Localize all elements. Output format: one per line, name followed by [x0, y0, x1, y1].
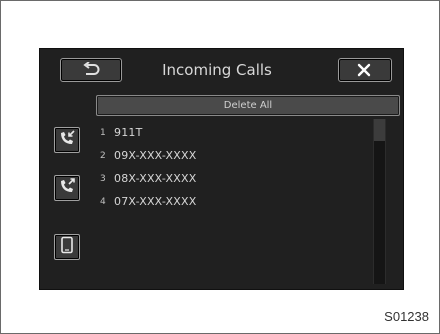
- scrollbar-thumb[interactable]: [374, 119, 385, 141]
- back-button[interactable]: [60, 58, 122, 82]
- call-list: 1 911T 2 09X-XXX-XXXX 3 08X-XXX-XXXX 4 0…: [100, 121, 370, 213]
- head-unit-screen: Incoming Calls Delete All 1 911T 2 09X-X…: [39, 48, 404, 290]
- delete-all-label: Delete All: [223, 100, 273, 111]
- close-button[interactable]: [338, 58, 392, 82]
- phone-device-icon: [60, 236, 74, 259]
- list-item[interactable]: 2 09X-XXX-XXXX: [100, 144, 370, 167]
- list-item[interactable]: 4 07X-XXX-XXXX: [100, 190, 370, 213]
- outgoing-call-icon: [58, 177, 76, 200]
- call-number: 07X-XXX-XXXX: [114, 195, 197, 208]
- call-number: 911T: [114, 126, 143, 139]
- call-index: 1: [100, 127, 106, 138]
- return-arrow-icon: [81, 61, 101, 78]
- page-title: Incoming Calls: [162, 61, 272, 79]
- outgoing-calls-button[interactable]: [54, 175, 80, 201]
- scrollbar[interactable]: [373, 119, 386, 284]
- call-index: 3: [100, 173, 106, 184]
- incoming-call-icon: [58, 129, 76, 152]
- delete-all-button[interactable]: Delete All: [96, 95, 400, 116]
- list-item[interactable]: 3 08X-XXX-XXXX: [100, 167, 370, 190]
- call-number: 09X-XXX-XXXX: [114, 149, 197, 162]
- call-index: 2: [100, 150, 106, 161]
- phone-device-button[interactable]: [54, 234, 80, 260]
- close-x-icon: [357, 63, 371, 77]
- call-number: 08X-XXX-XXXX: [114, 172, 197, 185]
- list-item[interactable]: 1 911T: [100, 121, 370, 144]
- incoming-calls-button[interactable]: [54, 127, 80, 153]
- call-index: 4: [100, 196, 106, 207]
- figure-frame: Incoming Calls Delete All 1 911T 2 09X-X…: [0, 0, 440, 334]
- figure-code: S01238: [384, 309, 429, 324]
